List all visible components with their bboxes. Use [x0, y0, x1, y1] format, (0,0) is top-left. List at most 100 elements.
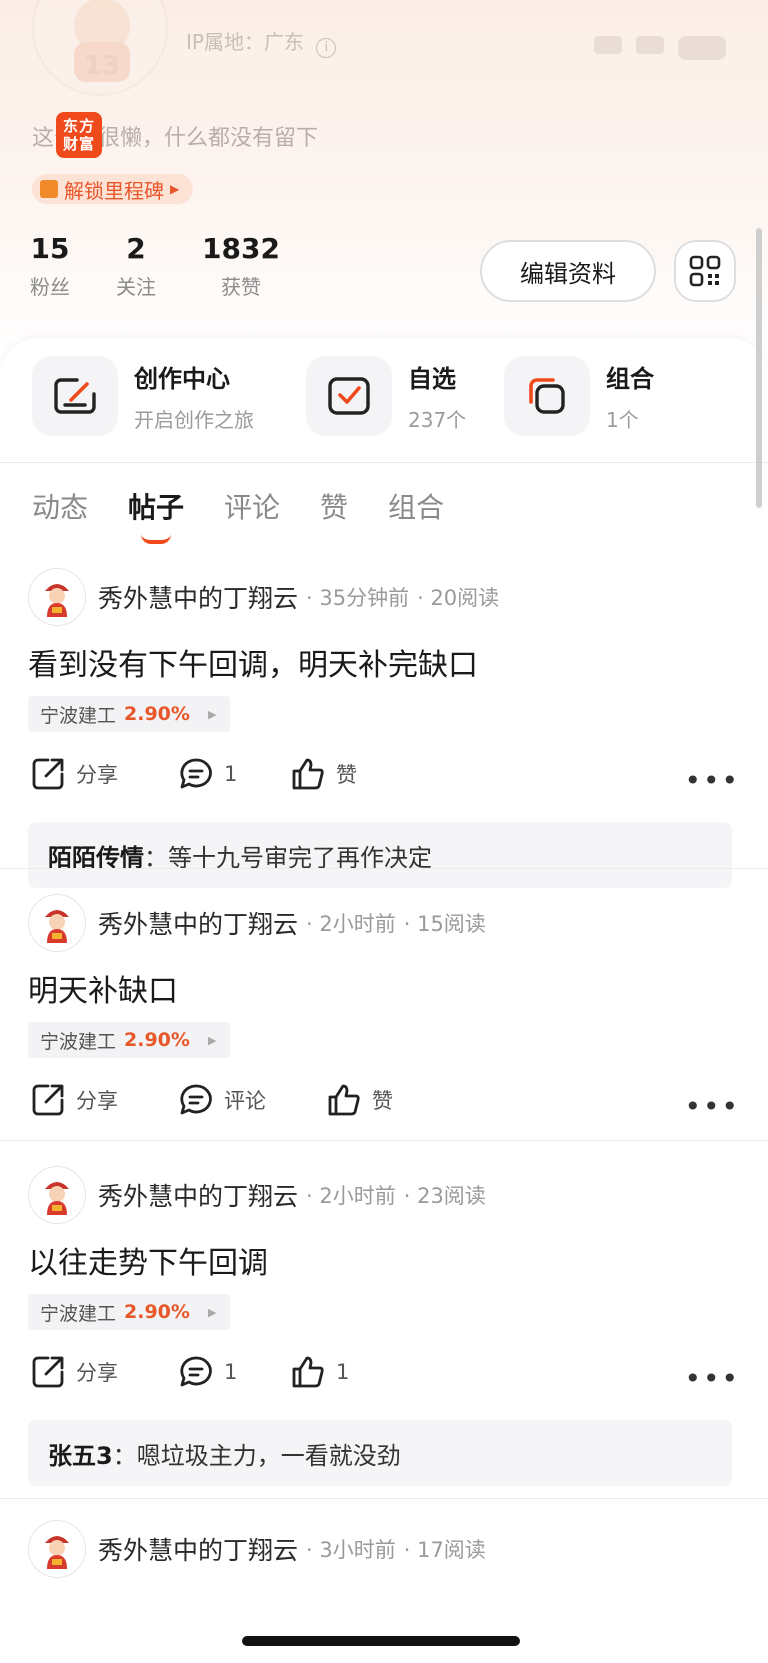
like-button[interactable]: 赞 [290, 756, 357, 792]
svg-text:13: 13 [84, 51, 120, 81]
post-header: 秀外慧中的丁翔云 · 3小时前 · 17阅读 [28, 1520, 486, 1578]
post-reads: · 15阅读 [403, 912, 486, 936]
share-button[interactable]: 分享 [30, 756, 118, 792]
god-of-wealth-icon [45, 1182, 69, 1215]
caret-right-icon: ▶ [207, 1033, 217, 1047]
post-header: 秀外慧中的丁翔云 · 35分钟前 · 20阅读 [28, 568, 499, 626]
post-divider [0, 868, 768, 869]
home-indicator[interactable] [242, 1636, 520, 1646]
stat-following[interactable]: 2 关注 [116, 232, 156, 300]
stock-change: 2.90% [124, 703, 190, 725]
stock-change: 2.90% [124, 1301, 190, 1323]
stock-change: 2.90% [124, 1029, 190, 1051]
post-reads: · 17阅读 [403, 1538, 486, 1562]
like-button[interactable]: 1 [290, 1354, 349, 1390]
stat-fans-value: 15 [30, 232, 70, 265]
stock-tag[interactable]: 宁波建工 2.90% ▶ [28, 1022, 231, 1058]
caret-right-icon: ▶ [207, 707, 217, 721]
post-title[interactable]: 以往走势下午回调 [28, 1238, 268, 1282]
edit-pen-icon [54, 378, 96, 414]
share-button[interactable]: 分享 [30, 1082, 118, 1118]
post-divider [0, 1140, 768, 1141]
info-icon[interactable]: i [316, 38, 337, 58]
tab-portfolio[interactable]: 组合 [388, 486, 444, 526]
post-title[interactable]: 明天补缺口 [28, 966, 178, 1010]
author-avatar[interactable] [28, 1166, 86, 1224]
like-label: 赞 [336, 763, 357, 787]
share-icon [32, 1356, 64, 1388]
ip-location: IP属地：广东 i [186, 26, 337, 58]
post-header: 秀外慧中的丁翔云 · 2小时前 · 15阅读 [28, 894, 486, 952]
stat-fans[interactable]: 15 粉丝 [30, 232, 70, 300]
god-of-wealth-icon [45, 584, 69, 617]
ip-location-text: IP属地：广东 [186, 30, 304, 54]
stat-likes-label: 获赞 [220, 275, 261, 299]
stat-following-label: 关注 [116, 275, 156, 299]
author-name[interactable]: 秀外慧中的丁翔云 [98, 1177, 298, 1213]
milestone-icon [40, 180, 58, 198]
post-actions: 分享 1 赞 ••• [30, 756, 740, 797]
stat-likes[interactable]: 1832 获赞 [202, 232, 280, 300]
battery-icon [678, 36, 726, 60]
share-label: 分享 [76, 1089, 118, 1113]
stock-name: 宁波建工 [40, 704, 117, 727]
stat-fans-label: 粉丝 [30, 275, 70, 299]
more-options-icon[interactable]: ••• [684, 764, 740, 797]
more-options-icon[interactable]: ••• [684, 1362, 740, 1395]
thumbs-up-icon [292, 758, 324, 790]
creation-center-entry[interactable]: 创作中心 开启创作之旅 [32, 356, 254, 436]
share-button[interactable]: 分享 [30, 1354, 118, 1390]
author-name[interactable]: 秀外慧中的丁翔云 [98, 905, 298, 941]
tab-activity[interactable]: 动态 [32, 486, 88, 526]
comment-button[interactable]: 评论 [178, 1082, 266, 1118]
profile-stats: 15 粉丝 2 关注 1832 获赞 [30, 232, 326, 300]
section-divider [0, 462, 768, 463]
share-icon [32, 1084, 64, 1116]
comment-preview[interactable]: 陌陌传情 ：等十九号审完了再作决定 [28, 822, 732, 888]
scrollbar[interactable] [756, 228, 762, 508]
watchlist-entry[interactable]: 自选 237个 [306, 356, 466, 436]
author-avatar[interactable] [28, 894, 86, 952]
author-avatar[interactable] [28, 1520, 86, 1578]
share-icon [32, 758, 64, 790]
comment-bubble-icon [180, 1084, 212, 1115]
portfolio-entry[interactable]: 组合 1个 [504, 356, 654, 436]
comment-button[interactable]: 1 [178, 1354, 237, 1390]
more-options-icon[interactable]: ••• [684, 1090, 740, 1123]
author-avatar[interactable] [28, 568, 86, 626]
watchlist-icon-box [306, 356, 392, 436]
creation-center-icon-box [32, 356, 118, 436]
comment-text: ：嗯垃圾主力，一看就没劲 [112, 1441, 401, 1470]
post-title[interactable]: 看到没有下午回调，明天补完缺口 [28, 640, 478, 684]
post-actions: 分享 1 1 ••• [30, 1354, 740, 1395]
stock-tag[interactable]: 宁波建工 2.90% ▶ [28, 1294, 231, 1330]
comment-preview[interactable]: 张五3 ：嗯垃圾主力，一看就没劲 [28, 1420, 732, 1486]
creation-center-title: 创作中心 [134, 365, 230, 393]
comment-button[interactable]: 1 [178, 756, 237, 792]
author-name[interactable]: 秀外慧中的丁翔云 [98, 579, 298, 615]
unlock-milestone-button[interactable]: 解锁里程碑 ▶ [32, 174, 194, 204]
post-time: · 2小时前 [306, 1184, 396, 1208]
post-reads: · 20阅读 [417, 586, 500, 610]
tab-comments[interactable]: 评论 [224, 486, 280, 526]
caret-right-icon: ▶ [170, 182, 180, 196]
stock-tag[interactable]: 宁波建工 2.90% ▶ [28, 696, 231, 732]
signal-icon [594, 36, 622, 54]
stock-name: 宁波建工 [40, 1030, 117, 1053]
edit-profile-button[interactable]: 编辑资料 [480, 240, 656, 302]
tab-likes[interactable]: 赞 [320, 486, 348, 526]
eastmoney-app-badge: 东方财富 [56, 112, 102, 158]
qr-code-button[interactable] [674, 240, 736, 302]
overlapping-squares-icon [529, 378, 565, 414]
tab-posts[interactable]: 帖子 [128, 486, 184, 526]
stat-likes-value: 1832 [202, 232, 280, 265]
stock-name: 宁波建工 [40, 1302, 117, 1325]
author-name[interactable]: 秀外慧中的丁翔云 [98, 1531, 298, 1567]
post-divider [0, 1498, 768, 1499]
god-of-wealth-icon [45, 910, 69, 943]
comment-bubble-icon [180, 758, 212, 789]
wifi-icon [636, 36, 664, 54]
post-reads: · 23阅读 [403, 1184, 486, 1208]
like-count: 1 [336, 1360, 350, 1384]
like-button[interactable]: 赞 [326, 1082, 393, 1118]
